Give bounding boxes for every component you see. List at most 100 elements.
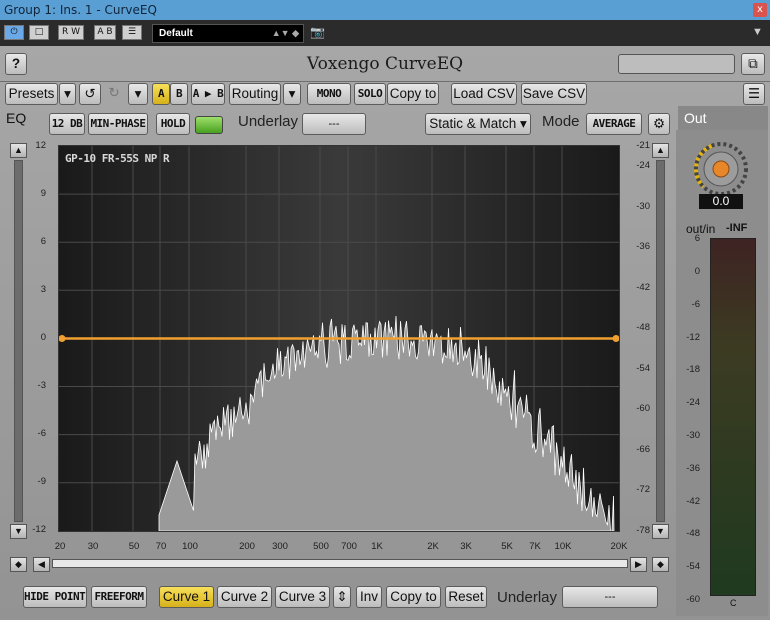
plugin-brand-title: Voxengo CurveEQ [306, 54, 464, 74]
hold-led-toggle[interactable] [195, 116, 223, 134]
right-tick: -36 [636, 241, 650, 252]
hide-points-button[interactable]: HIDE POINTS [23, 586, 87, 608]
left-tick: 12 [35, 140, 46, 151]
static-match-button[interactable]: Static & Match ▾ [425, 113, 531, 135]
bypass-button[interactable]: □ [29, 25, 49, 40]
right-tick: -60 [636, 403, 650, 414]
load-csv-button[interactable]: Load CSV [451, 83, 517, 105]
freq-tick: 20K [610, 541, 628, 552]
host-preset-selector[interactable]: Default ▲▼ ◆ [152, 24, 304, 43]
meter-tick: -60 [686, 594, 700, 605]
routing-dropdown-icon[interactable]: ▾ [283, 83, 301, 105]
freq-tick: 20 [54, 541, 66, 552]
curve-1-button[interactable]: Curve 1 [159, 586, 214, 608]
tab-out[interactable]: Out [678, 106, 768, 130]
tab-eq[interactable]: EQ [6, 110, 26, 126]
freq-tick: 300 [272, 541, 288, 552]
right-tick: -48 [636, 322, 650, 333]
right-scroll-down-icon[interactable]: ▼ [652, 524, 669, 539]
right-tick: -30 [636, 201, 650, 212]
preset-arrows-icon[interactable]: ▲▼ ◆ [272, 25, 299, 42]
preset-name-field[interactable] [618, 54, 735, 74]
right-tick: -78 [636, 525, 650, 536]
copy-to-button[interactable]: Copy to [387, 83, 439, 105]
left-scroll-down-icon[interactable]: ▼ [10, 524, 27, 539]
freeform-button[interactable]: FREEFORM [91, 586, 147, 608]
range-button[interactable]: 12 DB [49, 113, 85, 135]
output-gain-knob[interactable] [694, 142, 748, 196]
right-scroll-up-icon[interactable]: ▲ [652, 143, 669, 158]
left-vertical-scrollbar[interactable] [14, 160, 23, 522]
peak-readout[interactable]: -INF [726, 222, 747, 234]
min-phase-button[interactable]: MIN-PHASE [88, 113, 148, 135]
invert-button[interactable]: Inv [356, 586, 382, 608]
host-preset-name: Default [159, 28, 193, 39]
solo-button[interactable]: SOLO [354, 83, 386, 105]
eq-graph[interactable]: GP-10 FR-55S NP R [58, 145, 620, 532]
right-tick: -66 [636, 444, 650, 455]
host-menu-button[interactable]: ☰ [122, 25, 142, 40]
mono-button[interactable]: MONO [307, 83, 351, 105]
bottom-underlay-selector[interactable]: --- [562, 586, 658, 608]
reset-button[interactable]: Reset [445, 586, 487, 608]
curve-copy-to-button[interactable]: Copy to [386, 586, 441, 608]
state-b-button[interactable]: B [170, 83, 188, 105]
right-vertical-scrollbar[interactable] [656, 160, 665, 522]
freq-tick: 30 [87, 541, 99, 552]
freq-tick: 10K [554, 541, 572, 552]
freq-tick: 2K [427, 541, 439, 552]
camera-icon[interactable]: 📷 [310, 25, 328, 40]
freq-tick: 1K [371, 541, 383, 552]
redo-icon[interactable]: ↻ [104, 83, 124, 105]
left-scroll-up-icon[interactable]: ▲ [10, 143, 27, 158]
output-panel: 0.0 out/in -INF 6 0 -6 -12 -18 -24 -30 -… [676, 130, 768, 616]
zoom-fit-icon[interactable]: ◆ [652, 557, 669, 572]
header-divider [0, 81, 770, 82]
graph-source-label: GP-10 FR-55S NP R [65, 152, 170, 165]
left-tick: 6 [40, 236, 46, 247]
meter-tick: -6 [691, 299, 700, 310]
routing-button[interactable]: Routing [229, 83, 281, 105]
host-toolbar: ⏻ □ R W A B ☰ Default ▲▼ ◆ 📷 ▼ [0, 20, 770, 46]
meter-channel-label: C [730, 598, 737, 608]
presets-button[interactable]: Presets [5, 83, 58, 105]
meter-tick: -36 [686, 463, 700, 474]
hold-button[interactable]: HOLD [156, 113, 190, 135]
underlay-selector[interactable]: --- [302, 113, 366, 135]
main-menu-icon[interactable]: ☰ [743, 83, 765, 105]
copy-a-to-b-button[interactable]: A ▶ B [191, 83, 225, 105]
curve-3-button[interactable]: Curve 3 [275, 586, 330, 608]
help-button[interactable]: ? [5, 53, 27, 75]
curve-stepper-icon[interactable]: ⇕ [333, 586, 351, 608]
host-dropdown-icon[interactable]: ▼ [752, 26, 763, 38]
plugin-panel: ? Voxengo CurveEQ ⧉ Presets ▾ ↺ ↻ ▾ A B … [0, 46, 770, 620]
curve-2-button[interactable]: Curve 2 [217, 586, 272, 608]
freq-tick: 3K [460, 541, 472, 552]
presets-dropdown-icon[interactable]: ▾ [59, 83, 76, 105]
meter-tick: 6 [694, 233, 700, 244]
mode-selector[interactable]: AVERAGE [586, 113, 642, 135]
right-tick: -72 [636, 484, 650, 495]
meter-tick: 0 [694, 266, 700, 277]
window-size-icon[interactable]: ⧉ [741, 53, 765, 75]
left-tick: -3 [37, 380, 46, 391]
output-gain-value[interactable]: 0.0 [699, 194, 743, 209]
window-close-button[interactable]: x [753, 3, 767, 17]
state-a-button[interactable]: A [152, 83, 170, 105]
save-csv-button[interactable]: Save CSV [521, 83, 587, 105]
right-tick: -21 [636, 140, 650, 151]
horizontal-scrollbar[interactable] [52, 559, 628, 568]
ab-compare-button[interactable]: A B [94, 25, 116, 40]
read-write-button[interactable]: R W [58, 25, 84, 40]
ab-menu-icon[interactable]: ▾ [128, 83, 148, 105]
undo-icon[interactable]: ↺ [79, 83, 101, 105]
scroll-right-icon[interactable]: ▶ [630, 557, 647, 572]
settings-gear-icon[interactable]: ⚙ [648, 113, 670, 135]
left-tick: 3 [40, 284, 46, 295]
scroll-left-icon[interactable]: ◀ [33, 557, 50, 572]
left-tick: -9 [37, 476, 46, 487]
left-tick: -12 [32, 524, 46, 535]
zoom-reset-icon[interactable]: ◆ [10, 557, 27, 572]
power-button[interactable]: ⏻ [4, 25, 24, 40]
freq-tick: 100 [182, 541, 198, 552]
